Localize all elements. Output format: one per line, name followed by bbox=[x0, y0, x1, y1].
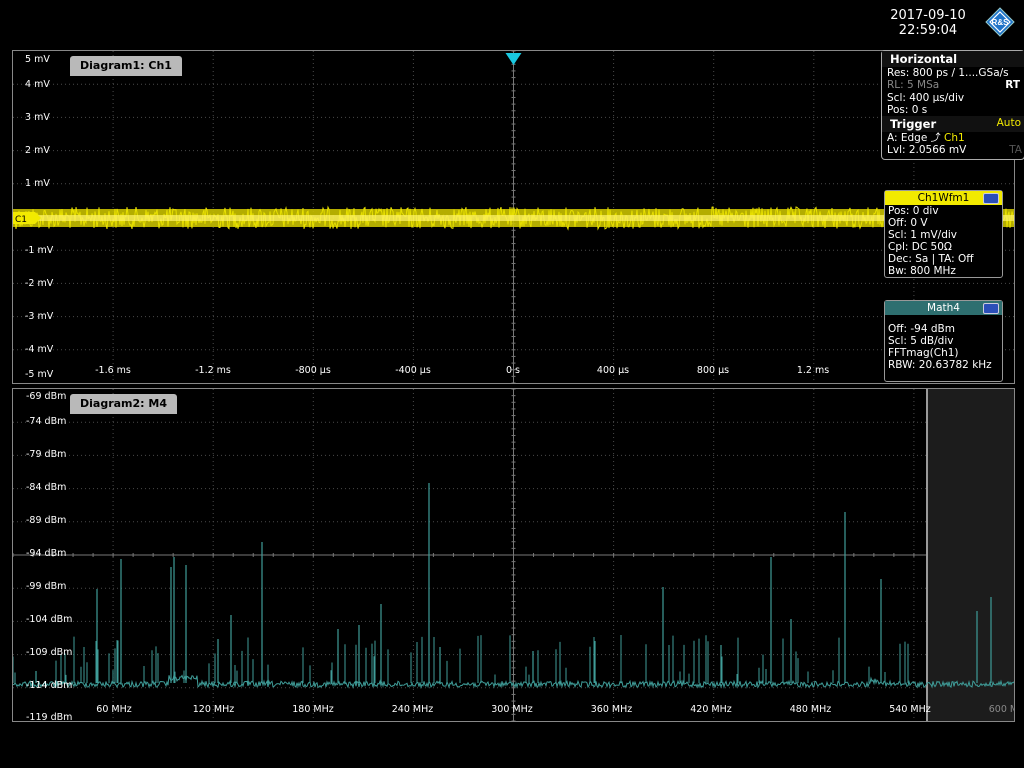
diagram2-x-label: 240 MHz bbox=[391, 704, 434, 715]
diagram1-y-label: 1 mV bbox=[25, 178, 50, 189]
diagram2-x-label: 120 MHz bbox=[192, 704, 235, 715]
time-text: 22:59:04 bbox=[898, 23, 958, 38]
trigger-channel: Ch1 bbox=[944, 132, 965, 145]
diagram2-fft[interactable]: Diagram2: M4 -69 dBm -74 dBm -79 dBm -84 dB… bbox=[12, 388, 1015, 722]
math4-title: Math4 bbox=[927, 302, 960, 314]
ch1-off: Off: 0 V bbox=[888, 217, 928, 229]
diagram2-tab[interactable]: Diagram2: M4 bbox=[70, 394, 177, 414]
math4-rbw: RBW: 20.63782 kHz bbox=[888, 359, 992, 371]
diagram1-x-label: -1.6 ms bbox=[95, 365, 131, 376]
logo-text: R&S bbox=[992, 18, 1010, 27]
trigger-header: Trigger Auto bbox=[882, 116, 1024, 133]
minimize-icon[interactable] bbox=[983, 193, 999, 204]
diagram2-y-label: -114 dBm bbox=[26, 680, 73, 691]
diagram2-y-label: -74 dBm bbox=[26, 416, 67, 427]
horizontal-title: Horizontal bbox=[882, 51, 1024, 67]
trigger-position-marker[interactable] bbox=[505, 53, 522, 65]
math4-header[interactable]: Math4 bbox=[885, 301, 1002, 315]
trigger-type: A: Edge bbox=[887, 132, 928, 145]
ch1-cpl: Cpl: DC 50Ω bbox=[888, 241, 952, 253]
diagram2-grid bbox=[13, 389, 1014, 721]
diagram1-plot[interactable]: C1 bbox=[13, 51, 1014, 383]
diagram1-y-label: -3 mV bbox=[25, 311, 54, 322]
diagram1-y-label: 5 mV bbox=[25, 54, 50, 65]
horizontal-pos: Pos: 0 s bbox=[887, 103, 928, 116]
ch1-trace-core bbox=[13, 215, 1014, 221]
diagram2-y-label: -104 dBm bbox=[26, 614, 73, 625]
diagram1-x-label: 800 µs bbox=[696, 365, 730, 376]
ch1wfm1-header[interactable]: Ch1Wfm1 bbox=[885, 191, 1002, 205]
ch1-scl: Scl: 1 mV/div bbox=[888, 229, 957, 241]
diagram2-y-label: -119 dBm bbox=[26, 712, 73, 722]
horizontal-scl: Scl: 400 µs/div bbox=[887, 91, 965, 104]
diagram2-y-label: -94 dBm bbox=[26, 548, 67, 559]
edge-rising-icon: ⤴ bbox=[930, 133, 941, 145]
diagram1-y-label: 3 mV bbox=[25, 112, 50, 123]
ch1-marker-label: C1 bbox=[15, 215, 27, 225]
diagram2-x-label: 480 MHz bbox=[789, 704, 832, 715]
diagram1-x-label: -800 µs bbox=[295, 365, 331, 376]
diagram1-y-label: -1 mV bbox=[25, 245, 54, 256]
ch1-bw: Bw: 800 MHz bbox=[888, 265, 956, 277]
diagram2-y-label: -99 dBm bbox=[26, 581, 67, 592]
ch1-dec: Dec: Sa | TA: Off bbox=[888, 253, 974, 265]
diagram2-x-label: 600 MHz bbox=[988, 704, 1014, 715]
diagram2-x-label: 420 MHz bbox=[690, 704, 732, 715]
diagram1-y-label: -4 mV bbox=[25, 344, 54, 355]
horizontal-trigger-panel[interactable]: Horizontal Res: 800 ps / 1....GSa/s RL: … bbox=[881, 50, 1024, 160]
diagram1-tab[interactable]: Diagram1: Ch1 bbox=[70, 56, 182, 76]
diagram2-x-label: 300 MHz bbox=[491, 704, 533, 715]
math4-off: Off: -94 dBm bbox=[888, 323, 955, 335]
date-text: 2017-09-10 bbox=[890, 8, 966, 23]
diagram2-x-label: 540 MHz bbox=[889, 704, 931, 715]
diagram1-x-label: 1.2 ms bbox=[796, 365, 830, 376]
horizontal-res: Res: 800 ps / 1....GSa/s bbox=[887, 67, 1009, 79]
rs-logo[interactable]: R&S bbox=[985, 7, 1015, 37]
trigger-level: Lvl: 2.0566 mV TA bbox=[882, 144, 1024, 156]
trigger-title: Trigger bbox=[890, 117, 937, 132]
diagram1-y-label: -2 mV bbox=[25, 278, 54, 289]
fft-out-of-range-region bbox=[927, 389, 1014, 721]
trigger-mode: Auto bbox=[996, 117, 1021, 130]
minimize-icon[interactable] bbox=[983, 303, 999, 314]
math4-box[interactable]: Math4 Off: -94 dBm Scl: 5 dB/div FFTmag(… bbox=[884, 300, 1003, 382]
ch1-pos: Pos: 0 div bbox=[888, 205, 939, 217]
diagram1-x-label: -400 µs bbox=[395, 365, 431, 376]
trigger-level-text: Lvl: 2.0566 mV bbox=[887, 144, 967, 157]
diagram2-plot[interactable] bbox=[13, 389, 1014, 721]
diagram2-x-label: 180 MHz bbox=[292, 704, 334, 715]
trigger-source: A: Edge ⤴ Ch1 bbox=[882, 132, 1024, 144]
fft-spurs bbox=[13, 483, 992, 683]
diagram2-x-label: 60 MHz bbox=[96, 704, 132, 715]
diagram1-x-label: 400 µs bbox=[596, 365, 630, 376]
math4-scl: Scl: 5 dB/div bbox=[888, 335, 954, 347]
diagram2-y-label: -69 dBm bbox=[26, 391, 67, 402]
rl-text: RL: 5 MSa bbox=[887, 79, 940, 92]
diagram1-x-label: -1.2 ms bbox=[195, 365, 231, 376]
diagram2-x-label: 360 MHz bbox=[590, 704, 633, 715]
diagram1-y-label: 4 mV bbox=[25, 79, 50, 90]
diagram1-time-domain[interactable]: C1 Diagram1: Ch1 5 mV 4 mV 3 mV 2 mV 1 mV -1 … bbox=[12, 50, 1015, 384]
datetime: 2017-09-10 22:59:04 bbox=[868, 8, 988, 38]
diagram1-x-label: 0 s bbox=[505, 365, 521, 376]
horizontal-rl: RL: 5 MSa RT bbox=[882, 79, 1024, 91]
diagram2-y-label: -79 dBm bbox=[26, 449, 67, 460]
ch1-waveform-box[interactable]: Ch1Wfm1 Pos: 0 div Off: 0 V Scl: 1 mV/di… bbox=[884, 190, 1003, 278]
diagram2-y-label: -89 dBm bbox=[26, 515, 67, 526]
diagram2-y-label: -109 dBm bbox=[26, 647, 73, 658]
math4-source: FFTmag(Ch1) bbox=[888, 347, 959, 359]
ch1wfm1-title: Ch1Wfm1 bbox=[917, 192, 970, 204]
rt-badge: RT bbox=[1005, 79, 1020, 92]
diagram1-y-label: 2 mV bbox=[25, 145, 50, 156]
diagram2-y-label: -84 dBm bbox=[26, 482, 67, 493]
diagram1-y-label: -5 mV bbox=[25, 369, 54, 380]
ta-badge: TA bbox=[1009, 144, 1022, 157]
